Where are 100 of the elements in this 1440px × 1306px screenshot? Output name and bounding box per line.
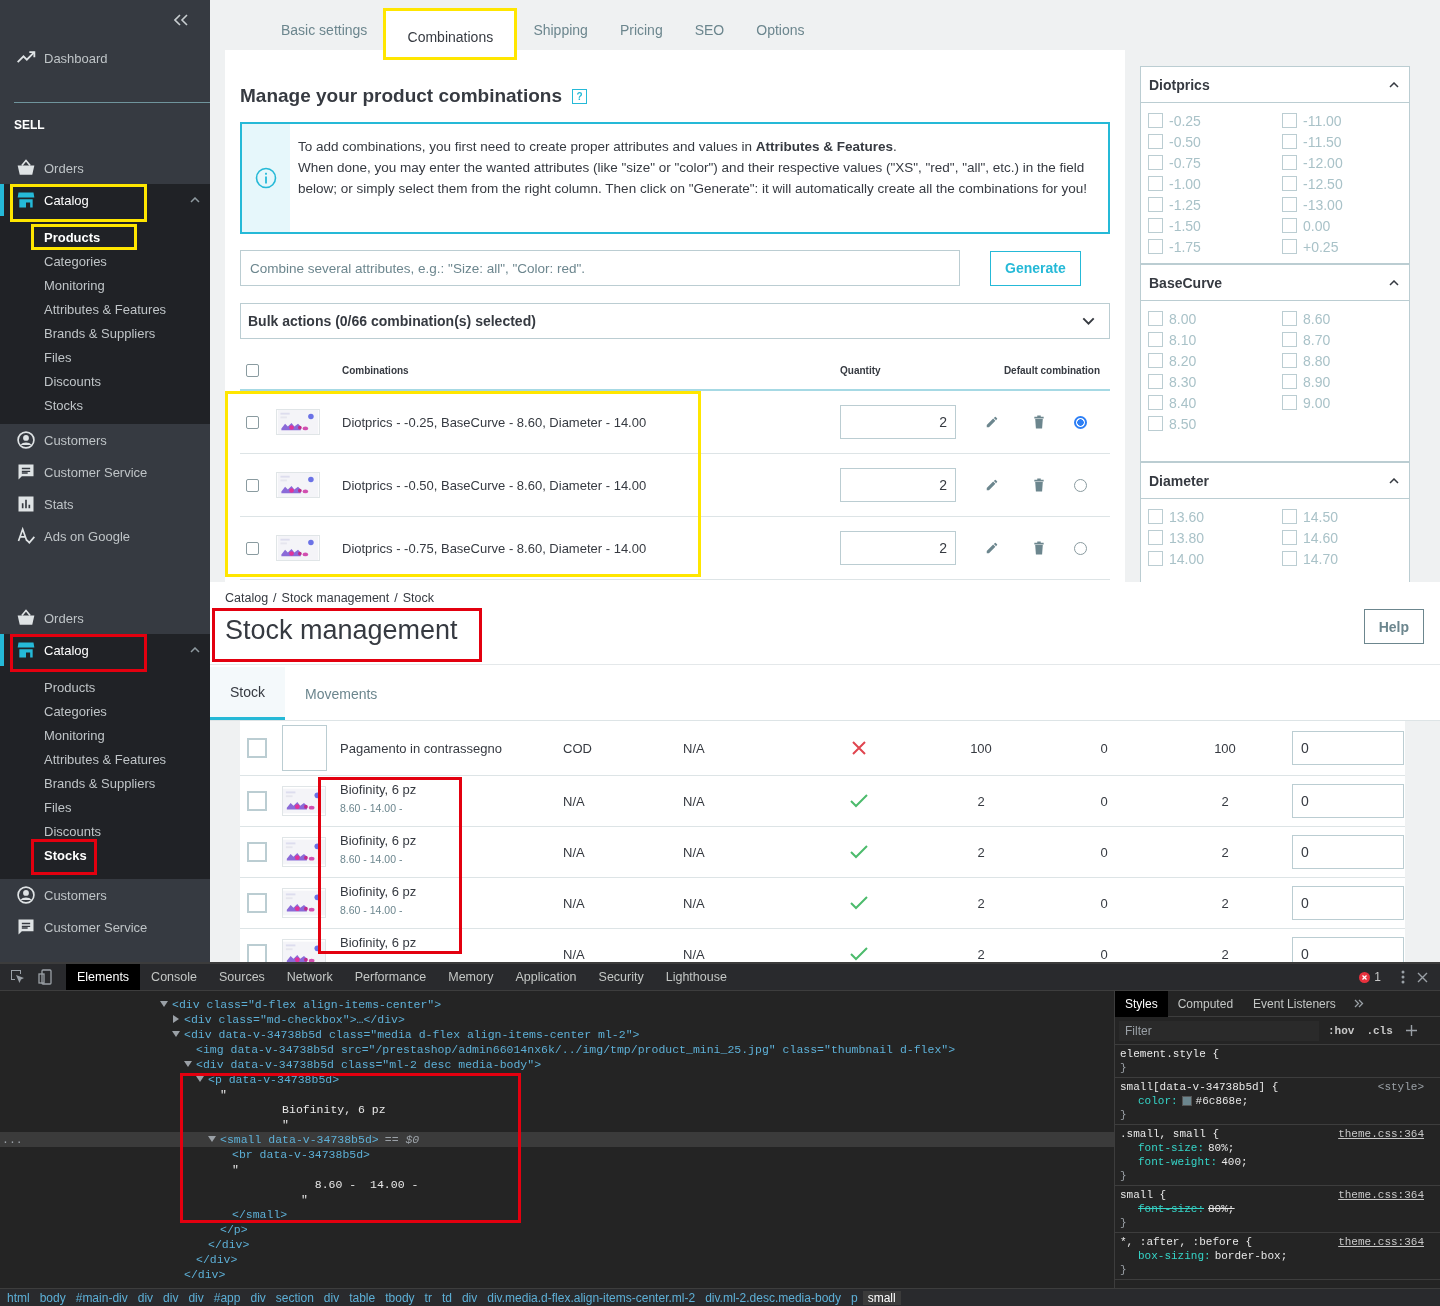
checkbox[interactable] bbox=[247, 791, 267, 811]
breadcrumb-item[interactable]: body bbox=[34, 1290, 71, 1305]
source-link[interactable]: theme.css:364 bbox=[1338, 1127, 1424, 1141]
source-link[interactable]: theme.css:364 bbox=[1338, 1188, 1424, 1202]
dom-node[interactable]: </p> bbox=[0, 1222, 1114, 1237]
submenu-item[interactable]: Monitoring bbox=[0, 723, 210, 747]
quantity-field[interactable]: 0 bbox=[1292, 784, 1404, 818]
close-icon[interactable] bbox=[1417, 971, 1428, 983]
devtools-tab[interactable]: Elements bbox=[66, 964, 141, 990]
bulk-actions-dropdown[interactable]: Bulk actions (0/66 combination(s) selected) bbox=[240, 303, 1110, 339]
radio-button[interactable] bbox=[1073, 415, 1087, 429]
tab[interactable]: Pricing bbox=[603, 8, 679, 52]
breadcrumb-item[interactable]: div bbox=[183, 1290, 209, 1305]
breadcrumb-item[interactable]: #app bbox=[208, 1290, 246, 1305]
submenu-item[interactable]: Brands & Suppliers bbox=[0, 321, 210, 345]
checkbox[interactable] bbox=[1148, 530, 1163, 545]
devtools-tab[interactable]: Console bbox=[140, 964, 208, 990]
checkbox[interactable] bbox=[1282, 374, 1297, 389]
triangle-icon[interactable] bbox=[208, 1135, 216, 1143]
overflow-icon[interactable] bbox=[1353, 999, 1364, 1008]
sidebar-item[interactable]: Stats bbox=[0, 488, 210, 520]
tab[interactable]: SEO bbox=[678, 8, 741, 52]
panel-tab[interactable]: Styles bbox=[1115, 991, 1168, 1017]
radio-button[interactable] bbox=[1073, 478, 1087, 492]
checkbox[interactable] bbox=[246, 415, 259, 429]
device-icon[interactable] bbox=[38, 969, 54, 985]
checkbox[interactable] bbox=[1148, 239, 1163, 254]
breadcrumb-item[interactable]: td bbox=[436, 1290, 457, 1305]
quantity-field[interactable]: 2 bbox=[840, 468, 956, 502]
edit-icon[interactable] bbox=[985, 415, 999, 429]
quantity-field[interactable]: 0 bbox=[1292, 937, 1404, 962]
breadcrumb-item[interactable]: div bbox=[456, 1290, 483, 1305]
submenu-item[interactable]: Monitoring bbox=[0, 273, 210, 297]
sidebar-item[interactable]: Customer Service bbox=[0, 911, 210, 943]
checkbox[interactable] bbox=[1282, 218, 1297, 233]
filter-header[interactable]: Diameter bbox=[1140, 462, 1410, 499]
delete-icon[interactable] bbox=[1033, 415, 1045, 429]
hover-state-button[interactable]: :hov bbox=[1325, 1024, 1358, 1037]
tab[interactable]: Stock bbox=[210, 667, 285, 720]
breadcrumb-item[interactable]: div.ml-2.desc.media-body bbox=[700, 1290, 846, 1305]
devtools-tab[interactable]: Application bbox=[504, 964, 588, 990]
source-link[interactable]: theme.css:364 bbox=[1338, 1235, 1424, 1249]
checkbox[interactable] bbox=[247, 944, 267, 962]
class-button[interactable]: .cls bbox=[1363, 1024, 1396, 1037]
error-counter[interactable]: 1 bbox=[1359, 970, 1381, 984]
sidebar-item[interactable]: Ads on Google bbox=[0, 520, 210, 552]
checkbox[interactable] bbox=[1282, 197, 1297, 212]
devtools-tab[interactable]: Security bbox=[587, 964, 655, 990]
breadcrumb-item[interactable]: #main-div bbox=[70, 1290, 133, 1305]
checkbox[interactable] bbox=[1148, 134, 1163, 149]
triangle-icon[interactable] bbox=[196, 1075, 204, 1083]
checkbox[interactable] bbox=[1282, 509, 1297, 524]
dom-node[interactable]: </div> bbox=[0, 1267, 1114, 1282]
text-node[interactable]: " Biofinity, 6 pz " bbox=[0, 1087, 1114, 1132]
checkbox[interactable] bbox=[1148, 176, 1163, 191]
source-link[interactable]: <style> bbox=[1377, 1080, 1424, 1094]
checkbox[interactable] bbox=[1282, 395, 1297, 410]
dom-node[interactable]: <img data-v-34738b5d src="/prestashop/admin66014nx6k/../img/tmp/product_mini_25.jpg" class="thumbnail d-flex"> bbox=[0, 1042, 1114, 1057]
checkbox[interactable] bbox=[246, 363, 259, 377]
devtools-tab[interactable]: Lighthouse bbox=[654, 964, 738, 990]
checkbox[interactable] bbox=[246, 478, 259, 492]
quantity-field[interactable]: 0 bbox=[1292, 835, 1404, 869]
checkbox[interactable] bbox=[1282, 176, 1297, 191]
submenu-item[interactable]: Brands & Suppliers bbox=[0, 771, 210, 795]
checkbox[interactable] bbox=[1148, 155, 1163, 170]
tab[interactable]: Basic settings bbox=[265, 8, 384, 52]
breadcrumb-item[interactable]: div bbox=[318, 1290, 345, 1305]
dom-node[interactable]: <div data-v-34738b5d class="ml-2 desc media-body"> bbox=[0, 1057, 1114, 1072]
panel-tab[interactable]: Computed bbox=[1167, 991, 1244, 1017]
breadcrumb-link[interactable]: Stock bbox=[402, 591, 435, 605]
breadcrumb-item[interactable]: p bbox=[846, 1290, 863, 1305]
dom-node[interactable]: <div class="md-checkbox">…</div> bbox=[0, 1012, 1114, 1027]
sidebar-item[interactable]: Customers bbox=[0, 879, 210, 911]
quantity-field[interactable]: 0 bbox=[1292, 886, 1404, 920]
filter-header[interactable]: BaseCurve bbox=[1140, 264, 1410, 301]
checkbox[interactable] bbox=[247, 893, 267, 913]
checkbox[interactable] bbox=[1282, 311, 1297, 326]
submenu-item[interactable]: Files bbox=[0, 795, 210, 819]
checkbox[interactable] bbox=[246, 541, 259, 555]
devtools-tab[interactable]: Sources bbox=[208, 964, 276, 990]
checkbox[interactable] bbox=[1282, 113, 1297, 128]
breadcrumb-item[interactable]: small bbox=[862, 1290, 901, 1305]
submenu-item[interactable]: Stocks bbox=[0, 393, 210, 417]
delete-icon[interactable] bbox=[1033, 478, 1045, 492]
checkbox[interactable] bbox=[247, 738, 267, 758]
breadcrumb-item[interactable]: table bbox=[344, 1290, 381, 1305]
quantity-field[interactable]: 2 bbox=[840, 531, 956, 565]
breadcrumb-link[interactable]: Catalog bbox=[225, 591, 269, 605]
sidebar-item[interactable]: Customers bbox=[0, 424, 210, 456]
checkbox[interactable] bbox=[1148, 509, 1163, 524]
checkbox[interactable] bbox=[1282, 134, 1297, 149]
triangle-icon[interactable] bbox=[172, 1015, 180, 1023]
triangle-icon[interactable] bbox=[160, 1000, 168, 1008]
checkbox[interactable] bbox=[1148, 353, 1163, 368]
checkbox[interactable] bbox=[1282, 353, 1297, 368]
triangle-icon[interactable] bbox=[172, 1030, 180, 1038]
dom-node[interactable]: </div> bbox=[0, 1237, 1114, 1252]
quantity-field[interactable]: 0 bbox=[1292, 731, 1404, 765]
breadcrumb-item[interactable]: section bbox=[270, 1290, 319, 1305]
dom-node[interactable]: <div class="d-flex align-items-center"> bbox=[0, 997, 1114, 1012]
